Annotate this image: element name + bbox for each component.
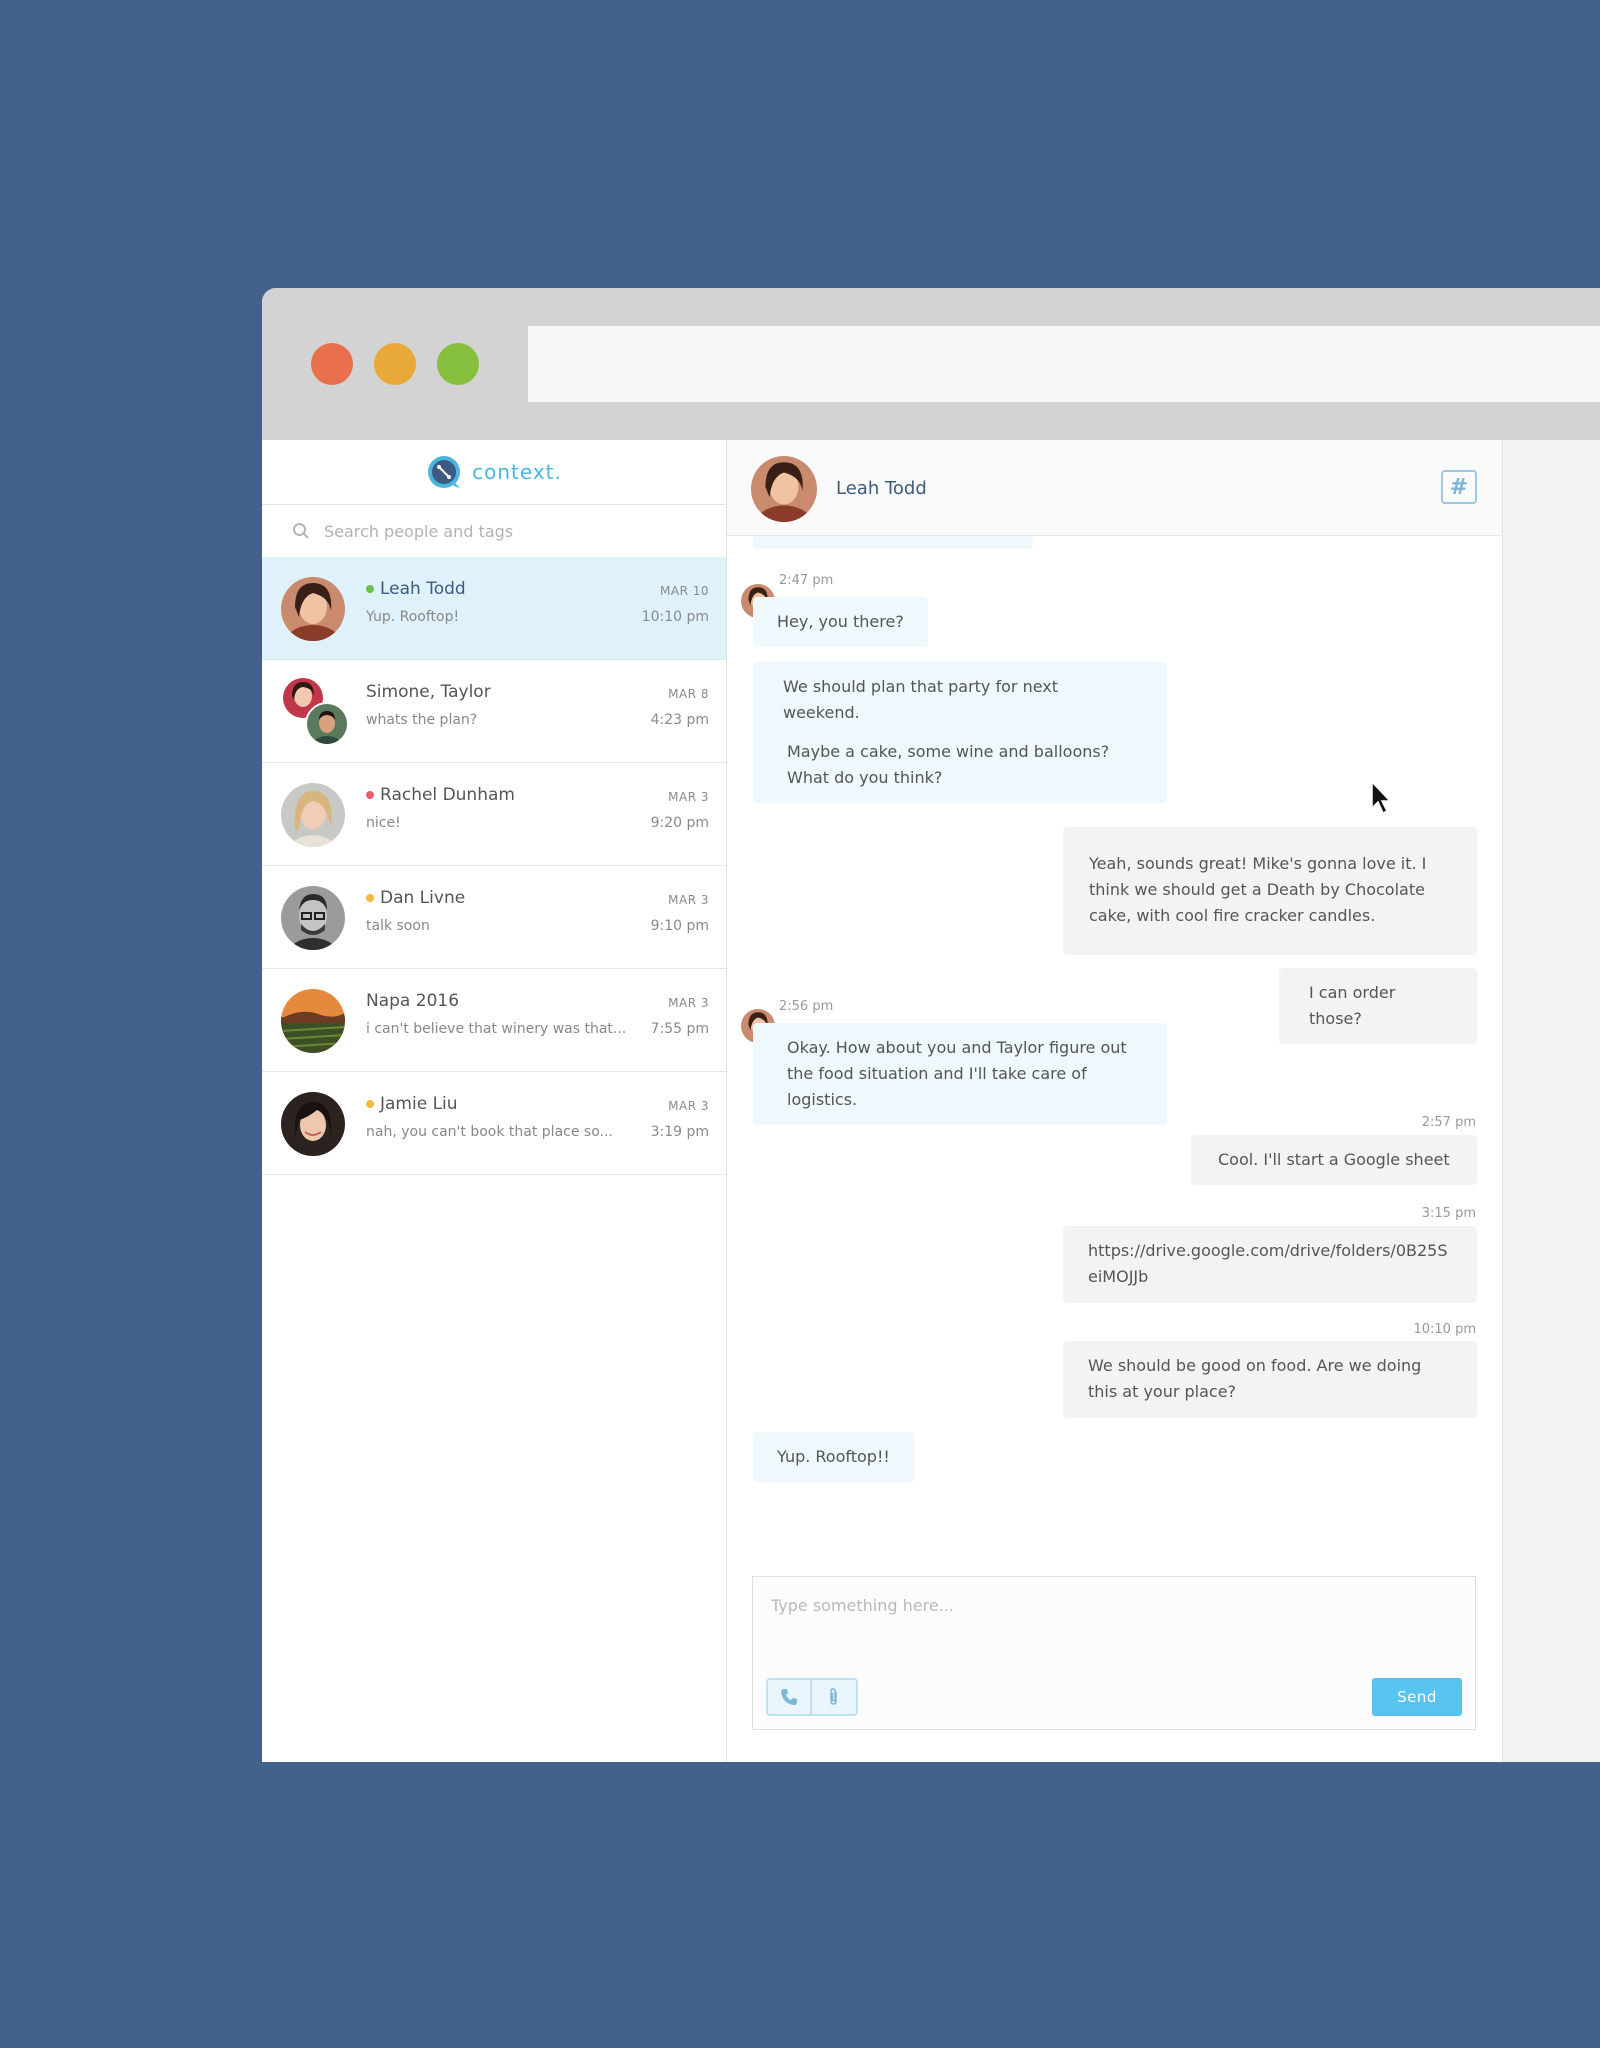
conversation-preview: i can't believe that winery was that... [366, 1021, 627, 1037]
avatar [281, 886, 345, 950]
message-timestamp: 10:10 pm [1413, 1322, 1476, 1337]
message-list[interactable]: 2:47 pm Hey, you there? We should plan t… [727, 505, 1502, 1535]
conversation-name: Jamie Liu [366, 1094, 458, 1114]
conversation-date: MAR 3 [668, 1099, 709, 1113]
minimize-window-button[interactable] [374, 343, 416, 385]
contact-avatar[interactable] [751, 456, 817, 522]
chat-header: Leah Todd # [727, 440, 1502, 536]
conversation-item[interactable]: Leah Todd Yup. Rooftop! MAR 10 10:10 pm [262, 557, 737, 660]
address-bar[interactable] [528, 326, 1600, 402]
message-timestamp: 3:15 pm [1421, 1206, 1476, 1221]
outgoing-message: I can order those? [1279, 968, 1477, 1044]
conversation-name: Rachel Dunham [366, 785, 515, 805]
avatar [281, 989, 345, 1053]
avatar [305, 702, 349, 746]
sidebar: context. Leah Todd Yup. Rooftop! MAR 10 [262, 440, 737, 1762]
conversation-date: MAR 3 [668, 893, 709, 907]
conversation-name: Napa 2016 [366, 991, 460, 1011]
logo-text: context. [472, 460, 562, 484]
away-status-dot [366, 1100, 374, 1108]
incoming-message: Yup. Rooftop!! [753, 1432, 914, 1482]
conversation-preview: whats the plan? [366, 712, 478, 728]
mouse-cursor-icon [1371, 780, 1392, 815]
context-logo-icon [428, 456, 461, 488]
side-panel [1503, 440, 1600, 1762]
send-button[interactable]: Send [1372, 1678, 1462, 1716]
paperclip-icon [830, 1688, 837, 1705]
conversation-time: 4:23 pm [650, 712, 709, 728]
hash-icon[interactable]: # [1441, 470, 1477, 504]
conversation-time: 3:19 pm [650, 1124, 709, 1140]
search-input[interactable] [322, 520, 706, 542]
app-body: context. Leah Todd Yup. Rooftop! MAR 10 [262, 440, 1600, 1762]
avatar [281, 1092, 345, 1156]
app-logo: context. [262, 440, 726, 504]
away-status-dot [366, 894, 374, 902]
conversation-preview: nah, you can't book that place so... [366, 1124, 613, 1140]
conversation-list: Leah Todd Yup. Rooftop! MAR 10 10:10 pm … [262, 557, 737, 1175]
chat-pane: Leah Todd # 2:47 pm Hey, you there? We s… [727, 440, 1503, 1762]
conversation-item[interactable]: Rachel Dunham nice! MAR 3 9:20 pm [262, 763, 726, 866]
message-input[interactable] [769, 1595, 1453, 1616]
conversation-date: MAR 10 [660, 584, 709, 598]
avatar [281, 783, 345, 847]
outgoing-message: Cool. I'll start a Google sheet [1191, 1135, 1477, 1185]
conversation-preview: nice! [366, 815, 401, 831]
conversation-date: MAR 3 [668, 790, 709, 804]
message-timestamp: 2:57 pm [1421, 1115, 1476, 1130]
message-timestamp: 2:47 pm [779, 573, 834, 588]
conversation-item[interactable]: Napa 2016 i can't believe that winery wa… [262, 969, 726, 1072]
call-button[interactable] [766, 1678, 812, 1716]
conversation-item[interactable]: Dan Livne talk soon MAR 3 9:10 pm [262, 866, 726, 969]
close-window-button[interactable] [311, 343, 353, 385]
conversation-date: MAR 8 [668, 687, 709, 701]
outgoing-message: https://drive.google.com/drive/folders/0… [1063, 1226, 1477, 1303]
conversation-time: 10:10 pm [641, 609, 709, 625]
maximize-window-button[interactable] [437, 343, 479, 385]
conversation-time: 9:10 pm [650, 918, 709, 934]
window-titlebar [262, 288, 1600, 440]
phone-icon [781, 1689, 797, 1705]
search-bar [262, 504, 726, 558]
conversation-name: Leah Todd [366, 579, 466, 599]
avatar [281, 577, 345, 641]
conversation-name: Dan Livne [366, 888, 465, 908]
conversation-preview: Yup. Rooftop! [366, 609, 460, 625]
conversation-date: MAR 3 [668, 996, 709, 1010]
composer-tools [766, 1678, 858, 1716]
busy-status-dot [366, 791, 374, 799]
incoming-message: Hey, you there? [753, 597, 928, 647]
online-status-dot [366, 585, 374, 593]
attach-button[interactable] [812, 1678, 858, 1716]
conversation-name: Simone, Taylor [366, 682, 491, 702]
outgoing-message: We should be good on food. Are we doing … [1063, 1341, 1477, 1418]
message-composer: Send [752, 1576, 1476, 1730]
message-timestamp: 2:56 pm [779, 999, 834, 1014]
conversation-item[interactable]: Simone, Taylor whats the plan? MAR 8 4:2… [262, 660, 726, 763]
browser-window: context. Leah Todd Yup. Rooftop! MAR 10 [262, 288, 1600, 1762]
conversation-item[interactable]: Jamie Liu nah, you can't book that place… [262, 1072, 726, 1175]
contact-name: Leah Todd [836, 478, 927, 499]
conversation-time: 9:20 pm [650, 815, 709, 831]
conversation-time: 7:55 pm [650, 1021, 709, 1037]
incoming-message: Maybe a cake, some wine and balloons? Wh… [753, 727, 1167, 803]
search-icon [293, 523, 309, 539]
outgoing-message: Yeah, sounds great! Mike's gonna love it… [1063, 827, 1477, 955]
conversation-preview: talk soon [366, 918, 430, 934]
incoming-message: Okay. How about you and Taylor figure ou… [753, 1023, 1167, 1125]
